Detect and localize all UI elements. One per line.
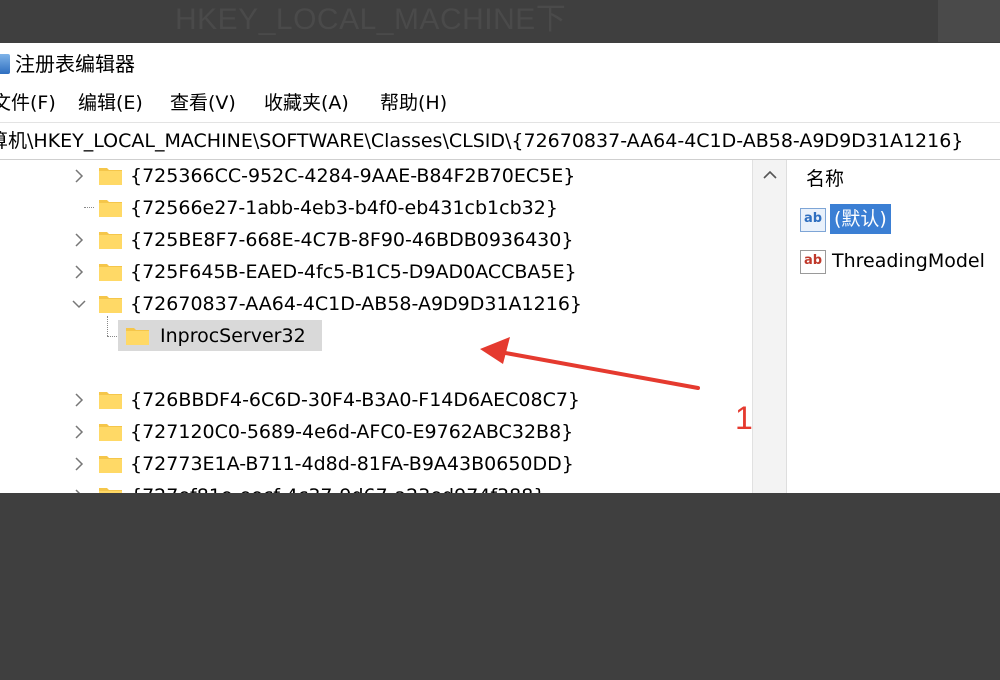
annotation-number: 1 xyxy=(735,400,753,436)
annotation-arrow xyxy=(480,337,700,390)
